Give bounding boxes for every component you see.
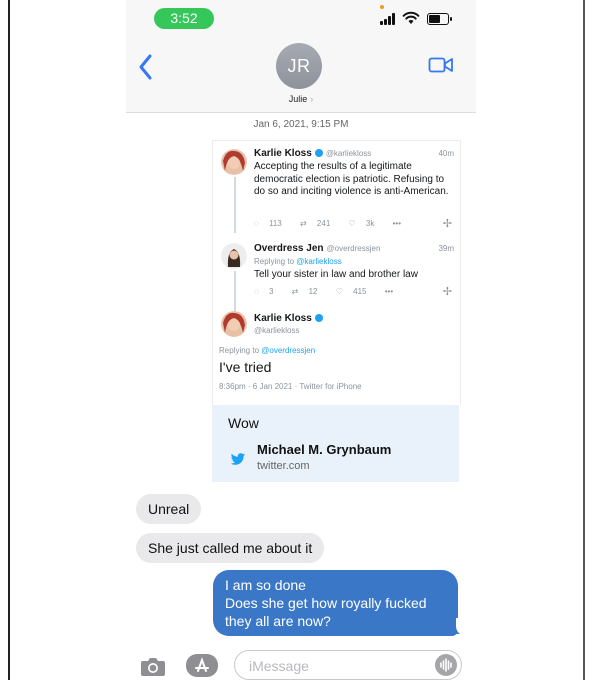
retweet-icon: ⇄	[299, 219, 309, 228]
waveform-icon	[440, 658, 452, 672]
tweet-age: 39m	[438, 244, 454, 253]
camera-icon[interactable]	[140, 655, 166, 677]
status-time[interactable]: 3:52	[154, 8, 214, 29]
link-domain: twitter.com	[257, 460, 310, 472]
thread-connector	[234, 177, 236, 233]
message-input-container	[234, 650, 462, 680]
privacy-indicator-icon	[380, 5, 384, 9]
tweet-stats: ◌ 113 ⇄ 241 ♡ 3k •••	[254, 219, 454, 228]
contact-name-button[interactable]: Julie ›	[266, 94, 336, 104]
verified-badge-icon	[314, 314, 323, 323]
tweet-stats: ◌ 3 ⇄ 12 ♡ 415 •••	[254, 287, 454, 296]
message-line: I am so done	[225, 577, 306, 593]
author-handle: @karliekloss	[325, 149, 372, 158]
video-call-icon[interactable]	[428, 56, 454, 74]
chevron-right-icon: ›	[310, 94, 314, 104]
tweet-text: I've tried	[219, 359, 272, 375]
twitter-bird-icon	[230, 453, 246, 465]
reply-icon: ◌	[254, 287, 261, 296]
tweet-author: Karlie Kloss	[254, 313, 323, 324]
share-icon: ✢	[442, 218, 452, 230]
message-input[interactable]	[247, 655, 431, 677]
tweet-screenshot-attachment[interactable]: Karlie Kloss @karliekloss 40m Accepting t…	[212, 140, 461, 406]
author-name: Karlie Kloss	[254, 313, 312, 324]
audio-message-icon[interactable]	[435, 654, 457, 676]
reply-count: ◌ 3	[254, 287, 281, 296]
karlie-avatar	[221, 311, 247, 337]
like-count-value: 415	[353, 287, 367, 296]
verified-badge-icon	[314, 149, 323, 158]
like-count: ♡ 3k	[349, 219, 383, 228]
tweet-text: Accepting the results of a legitimate de…	[254, 161, 449, 197]
replying-prefix: Replying to	[254, 257, 295, 266]
overdress-jen-avatar	[221, 243, 247, 269]
tweet-author: Karlie Kloss @karliekloss	[254, 148, 371, 159]
replying-to: Replying to @karliekloss	[254, 257, 342, 266]
incoming-message[interactable]: Unreal	[136, 494, 202, 524]
app-store-glyph-icon	[195, 657, 209, 672]
like-count-value: 3k	[365, 219, 375, 228]
battery-icon	[427, 13, 452, 25]
reply-icon: ◌	[254, 219, 261, 228]
replying-prefix: Replying to	[219, 346, 260, 355]
retweet-count-value: 241	[316, 219, 331, 228]
messages-screen: 3:52 JR Julie › Jan 6, 2021, 9:15 PM Kar…	[126, 0, 476, 680]
author-handle: @karliekloss	[254, 326, 300, 335]
cellular-signal-icon	[380, 13, 396, 25]
tweet-author: Overdress Jen @overdressjen	[254, 243, 380, 254]
retweet-count: ⇄ 241	[300, 219, 338, 228]
scan-left-edge	[8, 0, 10, 680]
thread-timestamp: Jan 6, 2021, 9:15 PM	[253, 119, 349, 130]
message-line: Does she get how royally fucked	[225, 595, 427, 611]
tweet-age: 40m	[438, 149, 454, 158]
wifi-icon	[402, 11, 420, 24]
thread-connector	[234, 271, 236, 311]
scan-right-edge	[583, 0, 585, 680]
incoming-message[interactable]: She just called me about it	[136, 533, 325, 563]
tweet-text: Tell your sister in law and brother law	[254, 269, 418, 280]
contact-name-label: Julie	[288, 94, 308, 104]
link-preview-bubble[interactable]: Wow Michael M. Grynbaum twitter.com	[212, 405, 459, 482]
reply-count-value: 3	[268, 287, 274, 296]
like-icon: ♡	[348, 219, 358, 228]
replying-handle: @overdressjen	[261, 346, 316, 355]
replying-handle: @karliekloss	[296, 257, 342, 266]
author-name: Overdress Jen	[254, 243, 324, 254]
tweet-meta: 8:36pm · 6 Jan 2021 · Twitter for iPhone	[219, 382, 362, 391]
karlie-avatar	[221, 149, 247, 175]
retweet-count: ⇄ 12	[292, 287, 326, 296]
link-title: Michael M. Grynbaum	[257, 442, 392, 457]
back-chevron-icon[interactable]	[136, 52, 156, 82]
retweet-count-value: 12	[308, 287, 318, 296]
message-line: they all are now?	[225, 613, 331, 629]
author-handle: @overdressjen	[326, 244, 381, 253]
like-count: ♡ 415	[336, 287, 375, 296]
reply-count: ◌ 113	[254, 219, 290, 228]
more-icon: •••	[384, 287, 394, 296]
outgoing-message[interactable]: I am so done Does she get how royally fu…	[213, 570, 458, 636]
replying-to: Replying to @overdressjen	[219, 346, 315, 355]
link-message-text: Wow	[228, 415, 259, 431]
app-store-icon[interactable]	[186, 654, 218, 677]
more-icon: •••	[392, 219, 402, 228]
reply-count-value: 113	[268, 219, 282, 228]
conversation-header: 3:52 JR Julie ›	[126, 0, 476, 113]
retweet-icon: ⇄	[291, 287, 301, 296]
contact-avatar[interactable]: JR	[276, 43, 322, 89]
author-name: Karlie Kloss	[254, 148, 312, 159]
share-icon: ✢	[442, 286, 452, 298]
like-icon: ♡	[335, 287, 346, 296]
